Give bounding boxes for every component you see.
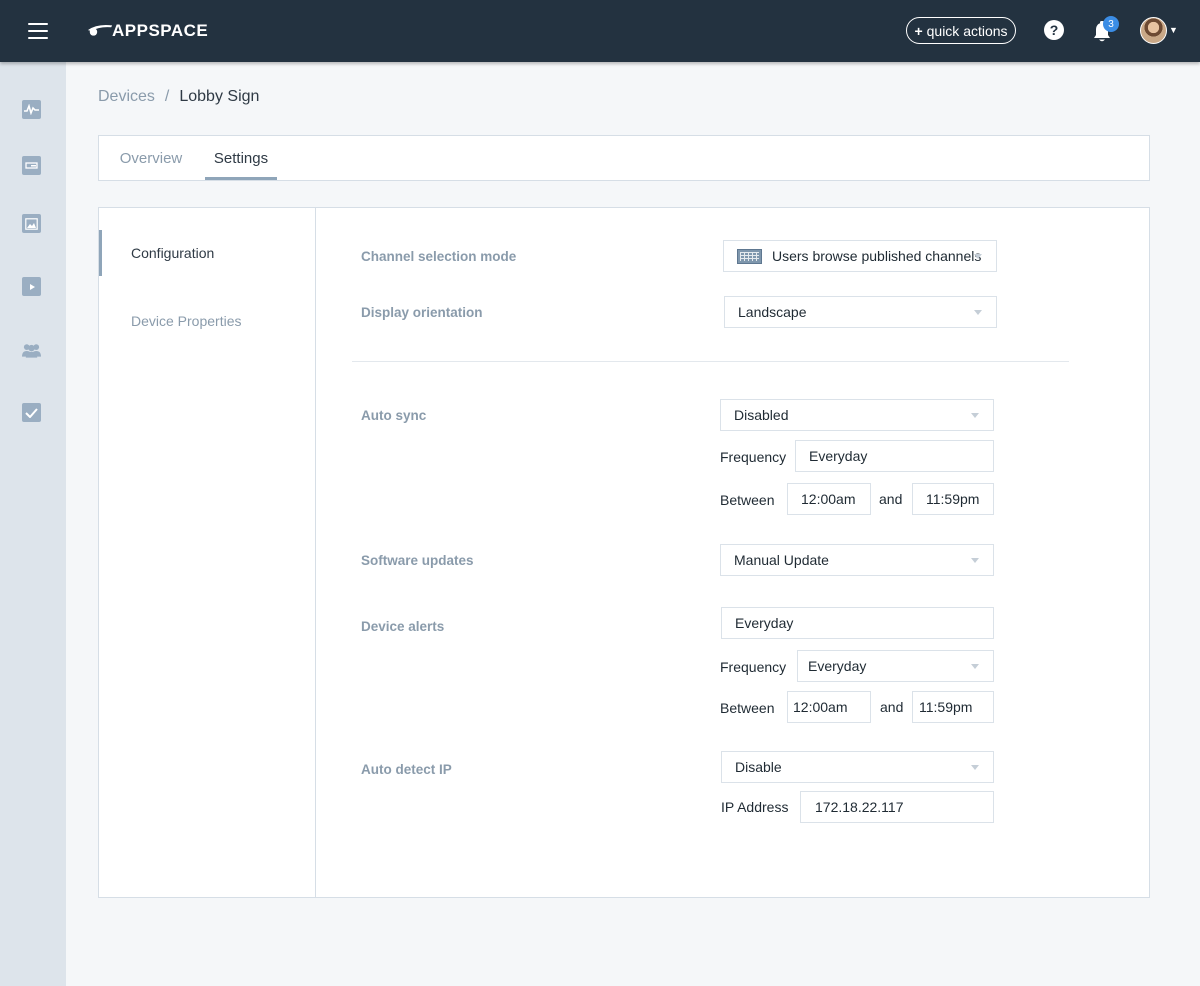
active-indicator [99, 230, 102, 276]
ip-address-label: IP Address [721, 799, 789, 815]
device-alerts-end-time: 11:59pm [919, 699, 973, 715]
display-orientation-label: Display orientation [361, 305, 483, 320]
auto-sync-frequency-input[interactable]: Everyday [795, 440, 994, 472]
device-alerts-and-label: and [880, 699, 904, 715]
software-updates-value: Manual Update [734, 552, 829, 568]
ip-address-input[interactable]: 172.18.22.117 [800, 791, 994, 823]
auto-sync-start-time-input[interactable]: 12:00am [787, 483, 871, 515]
channel-selection-mode-value: Users browse published channels [772, 248, 982, 264]
appspace-logo[interactable]: APPSPACE [86, 18, 208, 44]
chevron-down-icon [971, 413, 979, 418]
auto-detect-ip-select[interactable]: Disable [721, 751, 994, 783]
channel-selection-mode-label: Channel selection mode [361, 249, 517, 264]
device-alerts-frequency-value: Everyday [808, 658, 867, 674]
top-bar: APPSPACE + quick actions ? 3 ▼ [0, 0, 1200, 62]
settings-panel: Configuration Device Properties Channel … [98, 207, 1150, 898]
channels-icon[interactable] [22, 277, 41, 296]
auto-sync-between-label: Between [720, 492, 775, 508]
device-alerts-label: Device alerts [361, 619, 445, 634]
subnav-item-configuration[interactable]: Configuration [131, 245, 214, 261]
auto-sync-select[interactable]: Disabled [720, 399, 994, 431]
section-divider [352, 361, 1069, 362]
breadcrumb-separator: / [164, 88, 170, 105]
auto-sync-and-label: and [879, 491, 903, 507]
display-orientation-value: Landscape [738, 304, 807, 320]
auto-sync-value: Disabled [734, 407, 789, 423]
device-alerts-frequency-select[interactable]: Everyday [797, 650, 994, 682]
logo-text: APPSPACE [112, 21, 209, 40]
user-avatar[interactable] [1140, 17, 1167, 44]
chevron-down-icon [974, 310, 982, 315]
settings-subnav: Configuration Device Properties [99, 208, 316, 897]
help-icon[interactable]: ? [1044, 20, 1064, 40]
tab-overview[interactable]: Overview [119, 136, 183, 180]
device-alerts-start-time: 12:00am [793, 699, 848, 715]
left-navigation-rail [0, 62, 66, 986]
device-alerts-input[interactable]: Everyday [721, 607, 994, 639]
tab-settings[interactable]: Settings [205, 136, 277, 180]
image-library-icon[interactable] [22, 214, 41, 233]
device-alerts-between-label: Between [720, 700, 775, 716]
auto-sync-end-time: 11:59pm [926, 491, 980, 507]
chevron-down-icon [971, 558, 979, 563]
auto-sync-label: Auto sync [361, 408, 427, 423]
quick-actions-button[interactable]: + quick actions [906, 17, 1016, 44]
plus-icon: + [914, 22, 923, 39]
hamburger-menu-icon[interactable] [28, 23, 48, 39]
ip-address-value: 172.18.22.117 [815, 799, 904, 815]
breadcrumb: Devices / Lobby Sign [98, 88, 259, 106]
subnav-item-device-properties[interactable]: Device Properties [131, 313, 242, 329]
auto-sync-frequency-label: Frequency [720, 449, 787, 465]
users-icon[interactable] [22, 340, 41, 359]
auto-sync-end-time-input[interactable]: 11:59pm [912, 483, 994, 515]
activity-icon[interactable] [22, 100, 41, 119]
logo-mark-icon [87, 24, 113, 36]
devices-icon[interactable] [22, 156, 41, 175]
software-updates-select[interactable]: Manual Update [720, 544, 994, 576]
display-orientation-select[interactable]: Landscape [724, 296, 997, 328]
breadcrumb-current-page: Lobby Sign [179, 88, 260, 105]
chevron-down-icon[interactable]: ▼ [1169, 25, 1178, 35]
auto-sync-start-time: 12:00am [801, 491, 856, 507]
tasks-check-icon[interactable] [22, 403, 41, 422]
software-updates-label: Software updates [361, 553, 474, 568]
device-alerts-frequency-label: Frequency [720, 659, 787, 675]
breadcrumb-devices-link[interactable]: Devices [98, 88, 155, 106]
device-alerts-end-time-input[interactable]: 11:59pm [912, 691, 994, 723]
auto-sync-frequency-value: Everyday [809, 448, 868, 464]
channel-selection-mode-select[interactable]: Users browse published channels [723, 240, 997, 272]
notification-count-badge: 3 [1103, 16, 1119, 32]
chevron-down-icon [971, 664, 979, 669]
device-alerts-value: Everyday [735, 615, 794, 631]
quick-actions-label: quick actions [926, 22, 1008, 39]
auto-detect-ip-label: Auto detect IP [361, 762, 452, 777]
channel-grid-icon [737, 248, 762, 264]
device-alerts-start-time-input[interactable]: 12:00am [787, 691, 871, 723]
chevron-down-icon [974, 254, 982, 259]
chevron-down-icon [971, 765, 979, 770]
auto-detect-ip-value: Disable [735, 759, 782, 775]
tabs-bar: Overview Settings [98, 135, 1150, 181]
